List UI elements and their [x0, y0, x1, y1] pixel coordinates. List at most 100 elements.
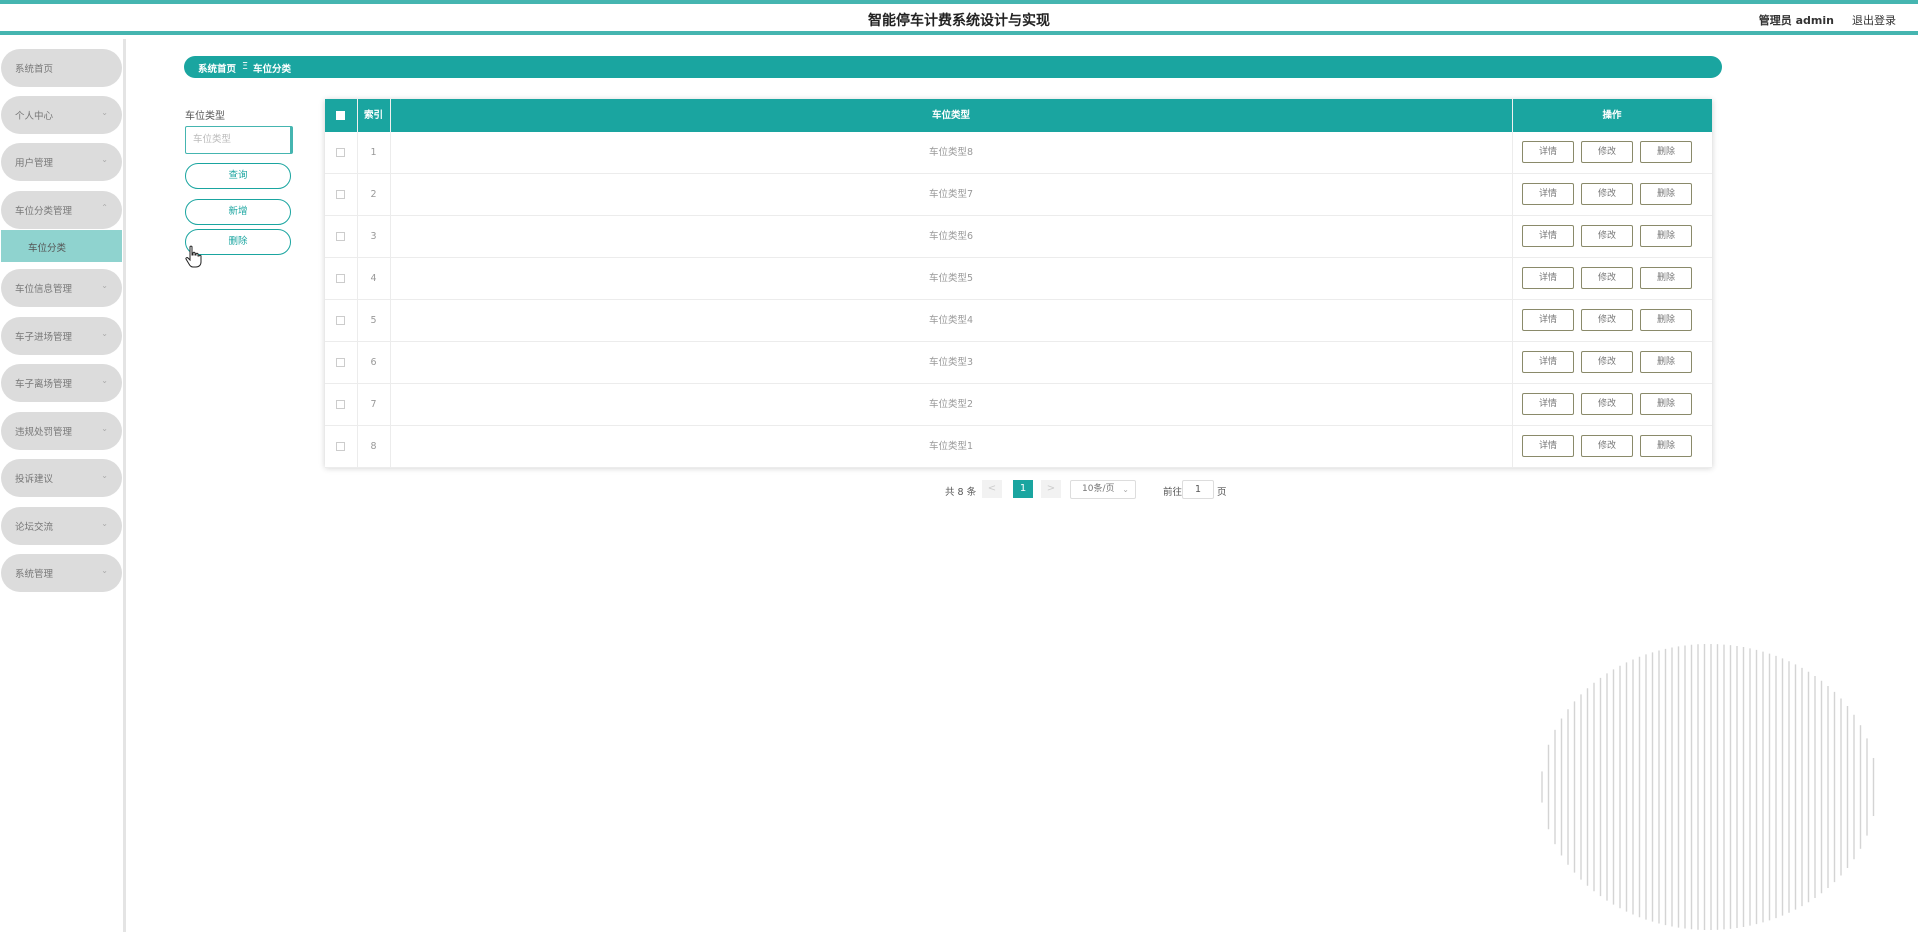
sidebar-item-car-exit[interactable]: 车子离场管理 ⌄ [1, 364, 122, 402]
header: 智能停车计费系统设计与实现 管理员 admin 退出登录 [0, 4, 1918, 35]
chevron-down-icon: ⌄ [101, 424, 108, 433]
pagination-total: 共 8 条 [945, 487, 977, 498]
delete-button[interactable]: 删除 [1640, 225, 1692, 247]
sidebar-item-label: 车位分类管理 [15, 206, 73, 217]
sidebar-item-forum[interactable]: 论坛交流 ⌄ [1, 507, 122, 545]
row-checkbox[interactable] [336, 274, 345, 283]
pagination-prev[interactable]: < [982, 480, 1002, 498]
table-row: 1 车位类型8 详情 修改 删除 [325, 132, 1712, 174]
sidebar-subitem-spot-category[interactable]: 车位分类 [1, 230, 122, 262]
chevron-down-icon: ⌄ [101, 155, 108, 164]
chevron-up-icon: ⌃ [101, 203, 108, 212]
row-spot-type: 车位类型6 [928, 231, 974, 242]
sidebar: 系统首页 个人中心 ⌄ 用户管理 ⌄ 车位分类管理 ⌃ 车位分类 车位信息管理 … [0, 39, 126, 932]
row-checkbox[interactable] [336, 232, 345, 241]
chevron-down-icon: ⌄ [101, 108, 108, 117]
row-checkbox[interactable] [336, 442, 345, 451]
decorative-striped-circle [1541, 644, 1875, 930]
breadcrumb-current: 车位分类 [253, 64, 292, 75]
edit-button[interactable]: 修改 [1581, 351, 1633, 373]
edit-button[interactable]: 修改 [1581, 393, 1633, 415]
sidebar-item-label: 车位信息管理 [15, 284, 73, 295]
query-button[interactable]: 查询 [185, 163, 291, 189]
table-row: 5 车位类型4 详情 修改 删除 [325, 300, 1712, 342]
breadcrumb: 系统首页 Ξ 车位分类 [184, 56, 1722, 78]
detail-button[interactable]: 详情 [1522, 225, 1574, 247]
delete-button[interactable]: 删除 [1640, 435, 1692, 457]
breadcrumb-separator-icon: Ξ [242, 61, 249, 72]
goto-suffix: 页 [1217, 487, 1227, 498]
goto-page-input[interactable]: 1 [1182, 480, 1214, 499]
header-spot-type: 车位类型 [931, 110, 970, 121]
sidebar-item-profile[interactable]: 个人中心 ⌄ [1, 96, 122, 134]
spot-type-search-input[interactable]: 车位类型 [185, 126, 293, 154]
row-spot-type: 车位类型8 [928, 147, 974, 158]
detail-button[interactable]: 详情 [1522, 309, 1574, 331]
edit-button[interactable]: 修改 [1581, 141, 1633, 163]
chevron-down-icon: ⌄ [101, 329, 108, 338]
detail-button[interactable]: 详情 [1522, 141, 1574, 163]
sidebar-item-label: 系统管理 [15, 569, 54, 580]
table-header: 索引 车位类型 操作 [325, 99, 1712, 132]
current-user: 管理员 admin [1758, 14, 1834, 27]
chevron-down-icon: ⌄ [101, 281, 108, 290]
detail-button[interactable]: 详情 [1522, 393, 1574, 415]
table-row: 6 车位类型3 详情 修改 删除 [325, 342, 1712, 384]
detail-button[interactable]: 详情 [1522, 435, 1574, 457]
detail-button[interactable]: 详情 [1522, 267, 1574, 289]
row-checkbox[interactable] [336, 148, 345, 157]
row-spot-type: 车位类型5 [928, 273, 974, 284]
row-checkbox[interactable] [336, 358, 345, 367]
page-size-value: 10条/页 [1082, 484, 1115, 494]
edit-button[interactable]: 修改 [1581, 309, 1633, 331]
row-index: 4 [370, 273, 377, 284]
sidebar-item-label: 个人中心 [15, 111, 54, 122]
edit-button[interactable]: 修改 [1581, 435, 1633, 457]
delete-button[interactable]: 删除 [1640, 183, 1692, 205]
row-index: 5 [370, 315, 377, 326]
delete-button[interactable]: 删除 [1640, 141, 1692, 163]
header-index: 索引 [363, 110, 383, 121]
detail-button[interactable]: 详情 [1522, 183, 1574, 205]
chevron-down-icon: ⌄ [101, 566, 108, 575]
select-all-checkbox[interactable] [336, 111, 345, 120]
edit-button[interactable]: 修改 [1581, 267, 1633, 289]
delete-button[interactable]: 删除 [1640, 351, 1692, 373]
sidebar-item-car-entry[interactable]: 车子进场管理 ⌄ [1, 317, 122, 355]
row-index: 6 [370, 357, 377, 368]
pagination-next[interactable]: > [1041, 480, 1061, 498]
sidebar-item-spot-category[interactable]: 车位分类管理 ⌃ [1, 191, 122, 229]
breadcrumb-home[interactable]: 系统首页 [198, 61, 236, 75]
table-row: 3 车位类型6 详情 修改 删除 [325, 216, 1712, 258]
add-button[interactable]: 新增 [185, 199, 291, 225]
table-row: 4 车位类型5 详情 修改 删除 [325, 258, 1712, 300]
sidebar-item-users[interactable]: 用户管理 ⌄ [1, 143, 122, 181]
sidebar-item-system[interactable]: 系统管理 ⌄ [1, 554, 122, 592]
goto-label: 前往 [1163, 487, 1183, 498]
row-spot-type: 车位类型7 [928, 189, 974, 200]
sidebar-item-label: 违规处罚管理 [15, 427, 73, 438]
sidebar-item-home[interactable]: 系统首页 [1, 49, 122, 87]
pagination-page-1[interactable]: 1 [1013, 480, 1033, 498]
sidebar-item-violations[interactable]: 违规处罚管理 ⌄ [1, 412, 122, 450]
row-checkbox[interactable] [336, 190, 345, 199]
chevron-down-icon: ⌄ [1122, 485, 1129, 494]
table-row: 7 车位类型2 详情 修改 删除 [325, 384, 1712, 426]
row-spot-type: 车位类型3 [928, 357, 974, 368]
delete-button[interactable]: 删除 [1640, 267, 1692, 289]
sidebar-item-spot-info[interactable]: 车位信息管理 ⌄ [1, 269, 122, 307]
row-spot-type: 车位类型1 [928, 441, 974, 452]
chevron-down-icon: ⌄ [101, 471, 108, 480]
detail-button[interactable]: 详情 [1522, 351, 1574, 373]
page-size-select[interactable]: 10条/页 ⌄ [1070, 480, 1136, 499]
edit-button[interactable]: 修改 [1581, 183, 1633, 205]
app-title: 智能停车计费系统设计与实现 [868, 13, 1050, 29]
logout-link[interactable]: 退出登录 [1852, 12, 1896, 28]
row-checkbox[interactable] [336, 400, 345, 409]
edit-button[interactable]: 修改 [1581, 225, 1633, 247]
sidebar-item-complaints[interactable]: 投诉建议 ⌄ [1, 459, 122, 497]
delete-button[interactable]: 删除 [1640, 393, 1692, 415]
delete-button[interactable]: 删除 [1640, 309, 1692, 331]
row-checkbox[interactable] [336, 316, 345, 325]
data-table: 索引 车位类型 操作 1 车位类型8 详情 修改 删除 2 车位类型7 详情 修改 删除 3 车位类型… [325, 99, 1712, 468]
